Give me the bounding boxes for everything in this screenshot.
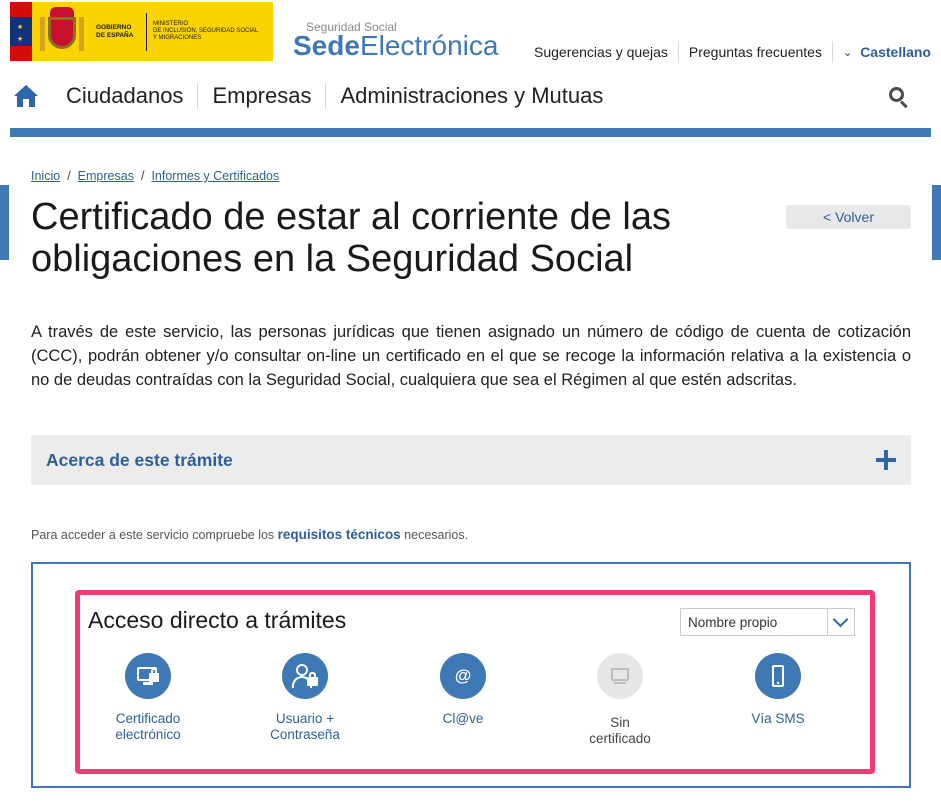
accordion-title: Acerca de este trámite xyxy=(46,449,233,470)
user-password-icon xyxy=(282,653,328,699)
breadcrumb: Inicio / Empresas / Informes y Certifica… xyxy=(31,169,279,183)
method-label: Cl@ve xyxy=(442,711,484,726)
requirements-note: Para acceder a este servicio compruebe l… xyxy=(31,527,468,542)
method-sin-certificado: Sin certificado xyxy=(550,653,690,747)
nav-item-administraciones[interactable]: Administraciones y Mutuas xyxy=(325,83,617,109)
method-usuario-contrasena[interactable]: Usuario + Contraseña xyxy=(235,653,375,743)
language-selector[interactable]: ⌄ Castellano xyxy=(843,44,931,60)
breadcrumb-separator: / xyxy=(140,169,145,183)
nav-item-ciudadanos[interactable]: Ciudadanos xyxy=(52,83,197,109)
faq-link[interactable]: Preguntas frecuentes xyxy=(689,44,822,60)
technical-requirements-link[interactable]: requisitos técnicos xyxy=(278,527,401,542)
sms-icon xyxy=(755,653,801,699)
chevron-down-icon: ⌄ xyxy=(842,46,853,59)
link-divider xyxy=(677,41,679,63)
coat-of-arms-icon xyxy=(40,6,84,57)
method-clave[interactable]: @ Cl@ve xyxy=(393,653,533,727)
access-methods: Certificado electrónico Usuario + Contrase… xyxy=(88,653,858,753)
chevron-down-icon[interactable] xyxy=(827,609,854,635)
home-icon[interactable] xyxy=(14,85,38,107)
intro-paragraph: A través de este servicio, las personas … xyxy=(31,323,911,389)
page-title: Certificado de estar al corriente de las… xyxy=(31,196,671,280)
logo-divider xyxy=(146,12,147,51)
main-navigation: Ciudadanos Empresas Administraciones y M… xyxy=(10,74,931,118)
breadcrumb-separator: / xyxy=(67,169,71,183)
link-divider xyxy=(831,41,833,63)
select-value: Nombre propio xyxy=(688,614,778,630)
right-accent-bar xyxy=(932,185,941,260)
breadcrumb-informes[interactable]: Informes y Certificados xyxy=(151,169,279,183)
method-label: Sin certificado xyxy=(589,715,651,746)
clave-icon: @ xyxy=(440,653,486,699)
breadcrumb-empresas[interactable]: Empresas xyxy=(78,169,134,183)
government-label: GOBIERNO DE ESPAÑA xyxy=(96,24,134,39)
language-label: Castellano xyxy=(860,44,931,60)
about-procedure-accordion[interactable]: Acerca de este trámite xyxy=(31,435,911,485)
back-button[interactable]: < Volver xyxy=(786,205,911,229)
certificate-icon xyxy=(125,653,171,699)
no-certificate-icon xyxy=(597,653,643,699)
government-logo[interactable]: ★ ★ GOBIERNO DE ESPAÑA MINISTERIO DE INCL… xyxy=(10,2,273,61)
method-label: Vía SMS xyxy=(751,711,805,726)
left-accent-bar xyxy=(0,185,9,260)
search-icon[interactable] xyxy=(889,87,909,109)
eu-flag-strip: ★ ★ xyxy=(10,2,32,61)
ministry-label: MINISTERIO DE INCLUSIÓN, SEGURIDAD SOCIA… xyxy=(153,21,259,41)
method-via-sms[interactable]: Vía SMS xyxy=(708,653,848,727)
suggestions-link[interactable]: Sugerencias y quejas xyxy=(534,44,668,60)
nav-item-empresas[interactable]: Empresas xyxy=(197,83,325,109)
breadcrumb-inicio[interactable]: Inicio xyxy=(31,169,60,183)
nav-underline-bar xyxy=(10,128,931,137)
utility-links: Sugerencias y quejas Preguntas frecuente… xyxy=(534,41,931,63)
sede-title: SedeElectrónica xyxy=(293,30,499,61)
method-label: Usuario + Contraseña xyxy=(270,711,340,742)
plus-icon[interactable] xyxy=(876,450,896,470)
requirements-prefix: Para acceder a este servicio compruebe l… xyxy=(31,528,278,542)
access-title: Acceso directo a trámites xyxy=(88,607,347,633)
method-label: Certificado electrónico xyxy=(115,711,181,742)
method-certificado-electronico[interactable]: Certificado electrónico xyxy=(78,653,218,743)
requirements-suffix: necesarios. xyxy=(400,528,469,542)
identity-type-select[interactable]: Nombre propio xyxy=(680,608,855,636)
